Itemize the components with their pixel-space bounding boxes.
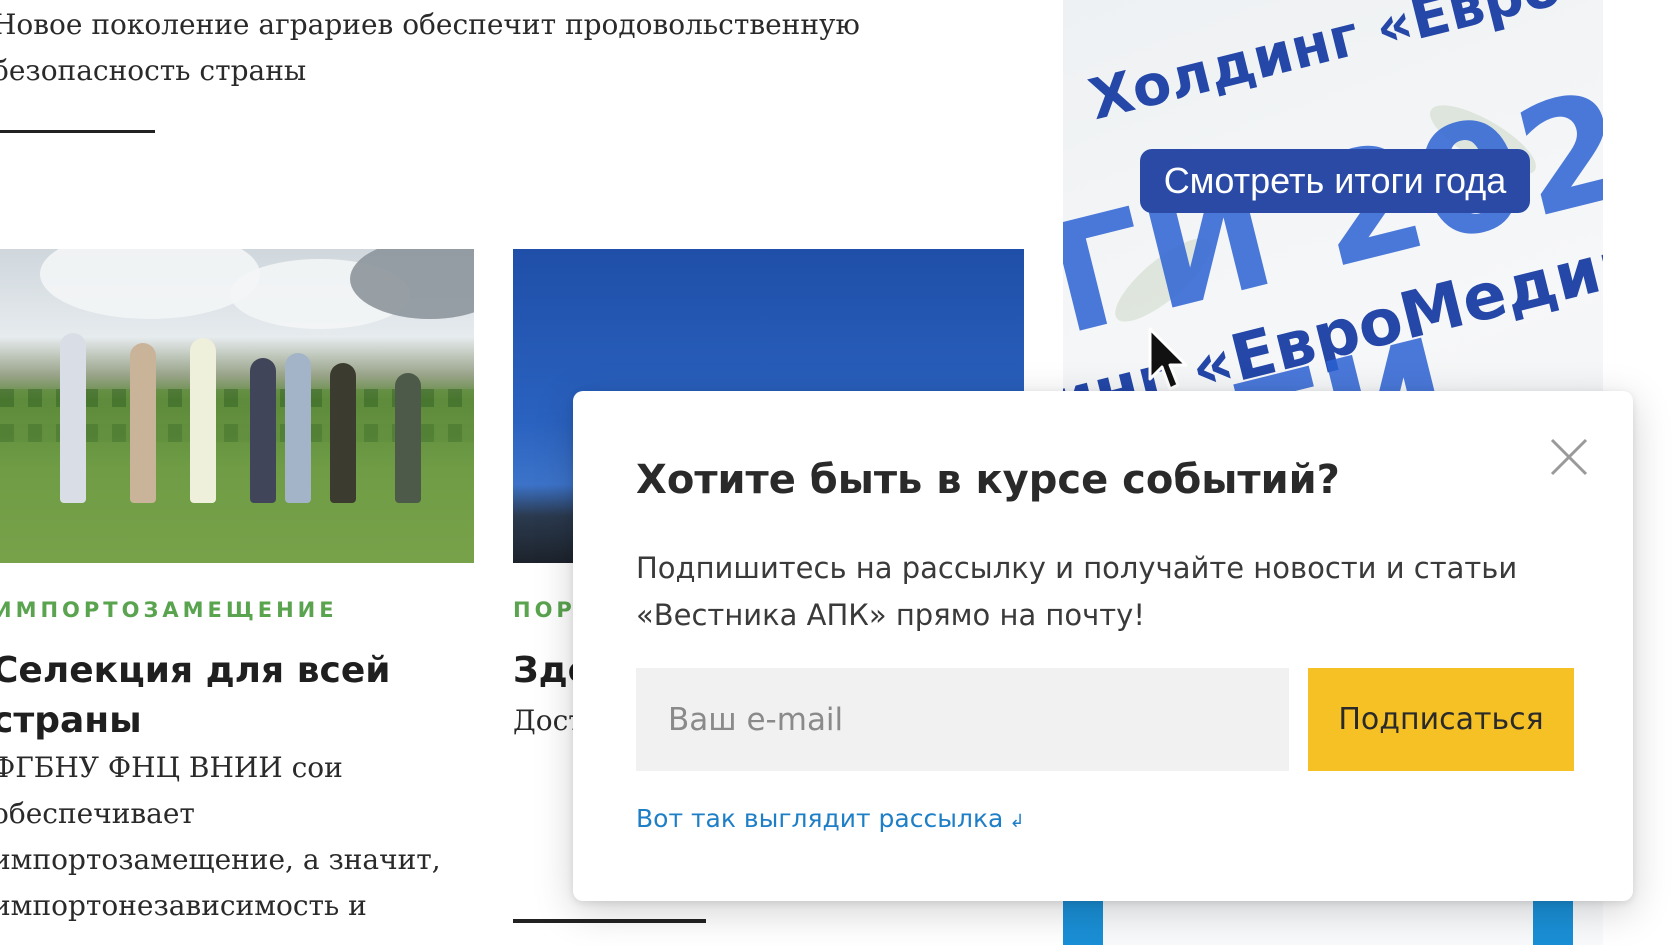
card-tag[interactable]: ПОР bbox=[513, 598, 576, 622]
card-title[interactable]: Селекция для всей страны bbox=[0, 646, 462, 746]
card-excerpt: ФГБНУ ФНЦ ВНИИ сои обеспечивает импортоз… bbox=[0, 751, 441, 922]
modal-description: Подпишитесь на рассылку и получайте ново… bbox=[636, 551, 1518, 632]
email-field[interactable] bbox=[636, 668, 1289, 771]
banner-bottom bbox=[1063, 897, 1603, 945]
return-arrow-icon: ↲ bbox=[1009, 811, 1025, 832]
lead-text: Новое поколение аграриев обеспечит продо… bbox=[0, 8, 860, 87]
card-tag[interactable]: ИМПОРТОЗАМЕЩЕНИЕ bbox=[0, 598, 338, 622]
mouse-pointer-icon bbox=[1148, 327, 1188, 391]
close-icon[interactable] bbox=[1549, 437, 1589, 477]
subscribe-button[interactable]: Подписаться bbox=[1308, 668, 1574, 771]
card-image-field-visit[interactable] bbox=[0, 249, 474, 563]
subscribe-modal: Хотите быть в курсе событий? Подпишитесь… bbox=[573, 391, 1633, 901]
card-excerpt: Дост нов при Иван bbox=[513, 704, 581, 737]
lead-divider bbox=[0, 130, 155, 133]
newsletter-sample-link[interactable]: Вот так выглядит рассылка ↲ bbox=[636, 804, 1024, 833]
view-year-results-button[interactable]: Смотреть итоги года bbox=[1140, 149, 1530, 213]
card-divider bbox=[513, 919, 706, 923]
modal-title: Хотите быть в курсе событий? bbox=[636, 457, 1340, 503]
newsletter-sample-label: Вот так выглядит рассылка bbox=[636, 804, 1004, 833]
